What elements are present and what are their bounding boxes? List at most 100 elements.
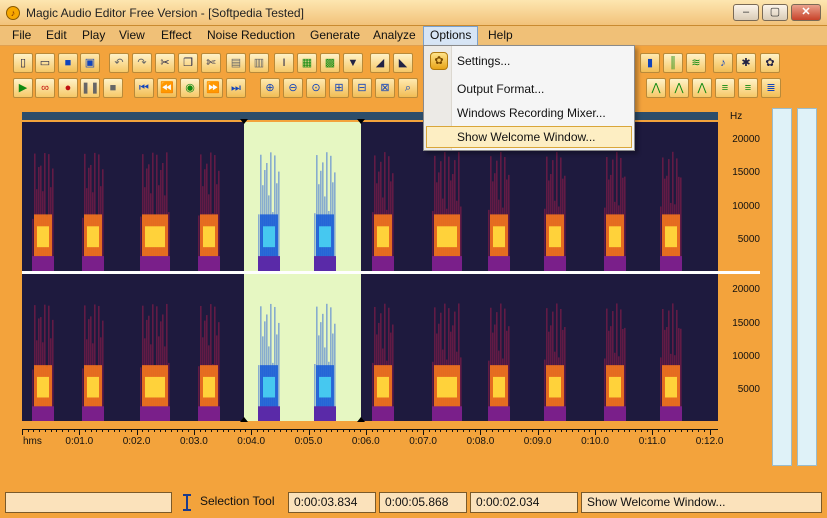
zoom-vertical-in-icon[interactable]: ⊞ — [329, 78, 349, 98]
wave-icon[interactable]: ≋ — [686, 53, 706, 73]
menu-item-output-format[interactable]: Output Format... — [426, 78, 632, 100]
select-tool-icon[interactable]: I — [274, 53, 294, 73]
app-logo-icon[interactable]: ♪ — [6, 6, 20, 20]
forward-icon[interactable]: ⏩ — [203, 78, 223, 98]
ruler-tick — [136, 429, 138, 435]
mix-icon[interactable]: ✱ — [736, 53, 756, 73]
menu-view[interactable]: View — [113, 26, 151, 46]
time-ruler[interactable]: hms 0:01.0 0:02.0 0:03.0 0:04.0 0:05.0 0:06.0 0… — [22, 424, 724, 448]
new-file-icon[interactable]: ▯ — [13, 53, 33, 73]
go-start-icon[interactable]: ⏮ — [134, 78, 154, 98]
crop-icon[interactable]: ▩ — [320, 53, 340, 73]
redo-icon[interactable]: ↷ — [132, 53, 152, 73]
ruler-minor-tick — [331, 429, 333, 432]
ruler-tick — [709, 429, 711, 435]
spectro-hotspot — [203, 226, 215, 248]
settings-icon: ✿ — [430, 52, 448, 70]
effects-gear-icon[interactable]: ✿ — [760, 53, 780, 73]
zoom-selection-icon[interactable]: ⊙ — [306, 78, 326, 98]
menu-generate[interactable]: Generate — [304, 26, 366, 46]
stop-icon[interactable]: ■ — [103, 78, 123, 98]
selection-start-marker-bottom[interactable] — [240, 417, 248, 422]
zoom-vertical-out-icon[interactable]: ⊟ — [352, 78, 372, 98]
spectro-hotspot — [37, 376, 49, 398]
spectro-base — [432, 406, 462, 421]
channel-right-icon[interactable]: ≡ — [738, 78, 758, 98]
ruler-minor-tick — [148, 429, 150, 432]
close-button[interactable]: ✕ — [791, 4, 821, 21]
rewind-icon[interactable]: ⏪ — [157, 78, 177, 98]
menu-noise-reduction[interactable]: Noise Reduction — [201, 26, 301, 46]
spectro-hotspot — [437, 376, 457, 398]
go-end-icon[interactable]: ⏭ — [226, 78, 246, 98]
menu-play[interactable]: Play — [76, 26, 111, 46]
ruler-minor-tick — [102, 429, 104, 432]
ruler-minor-tick — [675, 429, 677, 432]
ruler-minor-tick — [153, 429, 155, 432]
ruler-minor-tick — [354, 429, 356, 432]
scissors-icon[interactable]: ✄ — [201, 53, 221, 73]
spectro-base — [314, 256, 336, 271]
record-icon[interactable]: ● — [58, 78, 78, 98]
save-all-icon[interactable]: ▣ — [80, 53, 100, 73]
paste-icon[interactable]: ▤ — [226, 53, 246, 73]
maximize-button[interactable]: ▢ — [762, 4, 788, 21]
play-selection-icon[interactable]: ◉ — [180, 78, 200, 98]
eq-low-icon[interactable]: ⋀ — [646, 78, 666, 98]
menu-options[interactable]: Options — [423, 26, 479, 46]
fade-out-icon[interactable]: ◣ — [393, 53, 413, 73]
loop-icon[interactable]: ∞ — [35, 78, 55, 98]
status-bar: Selection Tool 0:00:03.834 0:00:05.868 0… — [0, 490, 827, 518]
menu-item-recording-mixer[interactable]: Windows Recording Mixer... — [426, 102, 632, 124]
menu-help[interactable]: Help — [482, 26, 519, 46]
menu-analyze[interactable]: Analyze — [367, 26, 422, 46]
save-icon[interactable]: ■ — [58, 53, 78, 73]
selection-end-marker-top[interactable] — [357, 119, 365, 124]
ruler-minor-tick — [73, 429, 75, 432]
ruler-minor-tick — [635, 429, 637, 432]
spectro-column — [102, 320, 104, 421]
paste-mix-icon[interactable]: ▥ — [249, 53, 269, 73]
spectrogram-channel-2[interactable] — [22, 274, 718, 421]
menu-item-show-welcome-label: Show Welcome Window... — [457, 130, 596, 144]
menu-edit[interactable]: Edit — [40, 26, 73, 46]
ruler-minor-tick — [526, 429, 528, 432]
spectro-base — [604, 406, 626, 421]
spectro-column — [218, 170, 220, 271]
ruler-minor-tick — [159, 429, 161, 432]
eq-high-icon[interactable]: ⋀ — [692, 78, 712, 98]
delete-icon[interactable]: ▼ — [343, 53, 363, 73]
music-note-icon[interactable]: ♪ — [713, 53, 733, 73]
play-icon[interactable]: ▶ — [13, 78, 33, 98]
eq-mid-icon[interactable]: ⋀ — [669, 78, 689, 98]
zoom-all-icon[interactable]: ⌕ — [398, 78, 418, 98]
equalizer-icon[interactable]: ≣ — [761, 78, 781, 98]
spectro-hotspot — [319, 226, 331, 248]
status-pane-empty — [5, 492, 172, 513]
selection-start-marker-top[interactable] — [240, 119, 248, 124]
toolbar-transport: ▶ ∞ ● ❚❚ ■ ⏮ ⏪ ◉ ⏩ ⏭ ⊕ ⊖ ⊙ ⊞ ⊟ ⊠ ⌕ ⋀ ⋀ ⋀… — [8, 77, 781, 101]
menu-item-settings[interactable]: ✿ Settings... — [426, 50, 632, 72]
ruler-minor-tick — [113, 429, 115, 432]
undo-icon[interactable]: ↶ — [109, 53, 129, 73]
menu-item-show-welcome[interactable]: Show Welcome Window... — [426, 126, 632, 148]
zoom-in-icon[interactable]: ⊕ — [260, 78, 280, 98]
zoom-fit-icon[interactable]: ⊠ — [375, 78, 395, 98]
minimize-button[interactable]: – — [733, 4, 759, 21]
channel-left-icon[interactable]: ≡ — [715, 78, 735, 98]
selection-end-marker-bottom[interactable] — [357, 417, 365, 422]
menu-file[interactable]: File — [6, 26, 37, 46]
fade-in-icon[interactable]: ◢ — [370, 53, 390, 73]
zoom-out-icon[interactable]: ⊖ — [283, 78, 303, 98]
ruler-minor-tick — [451, 429, 453, 432]
menu-effect[interactable]: Effect — [155, 26, 197, 46]
normalize-icon[interactable]: ▮ — [640, 53, 660, 73]
pause-icon[interactable]: ❚❚ — [80, 78, 100, 98]
spectro-hotspot — [87, 226, 99, 248]
cut-icon[interactable]: ✂ — [155, 53, 175, 73]
amplify-icon[interactable]: ║ — [663, 53, 683, 73]
trim-icon[interactable]: ▦ — [297, 53, 317, 73]
copy-icon[interactable]: ❐ — [178, 53, 198, 73]
spectro-base — [660, 256, 682, 271]
open-folder-icon[interactable]: ▭ — [35, 53, 55, 73]
